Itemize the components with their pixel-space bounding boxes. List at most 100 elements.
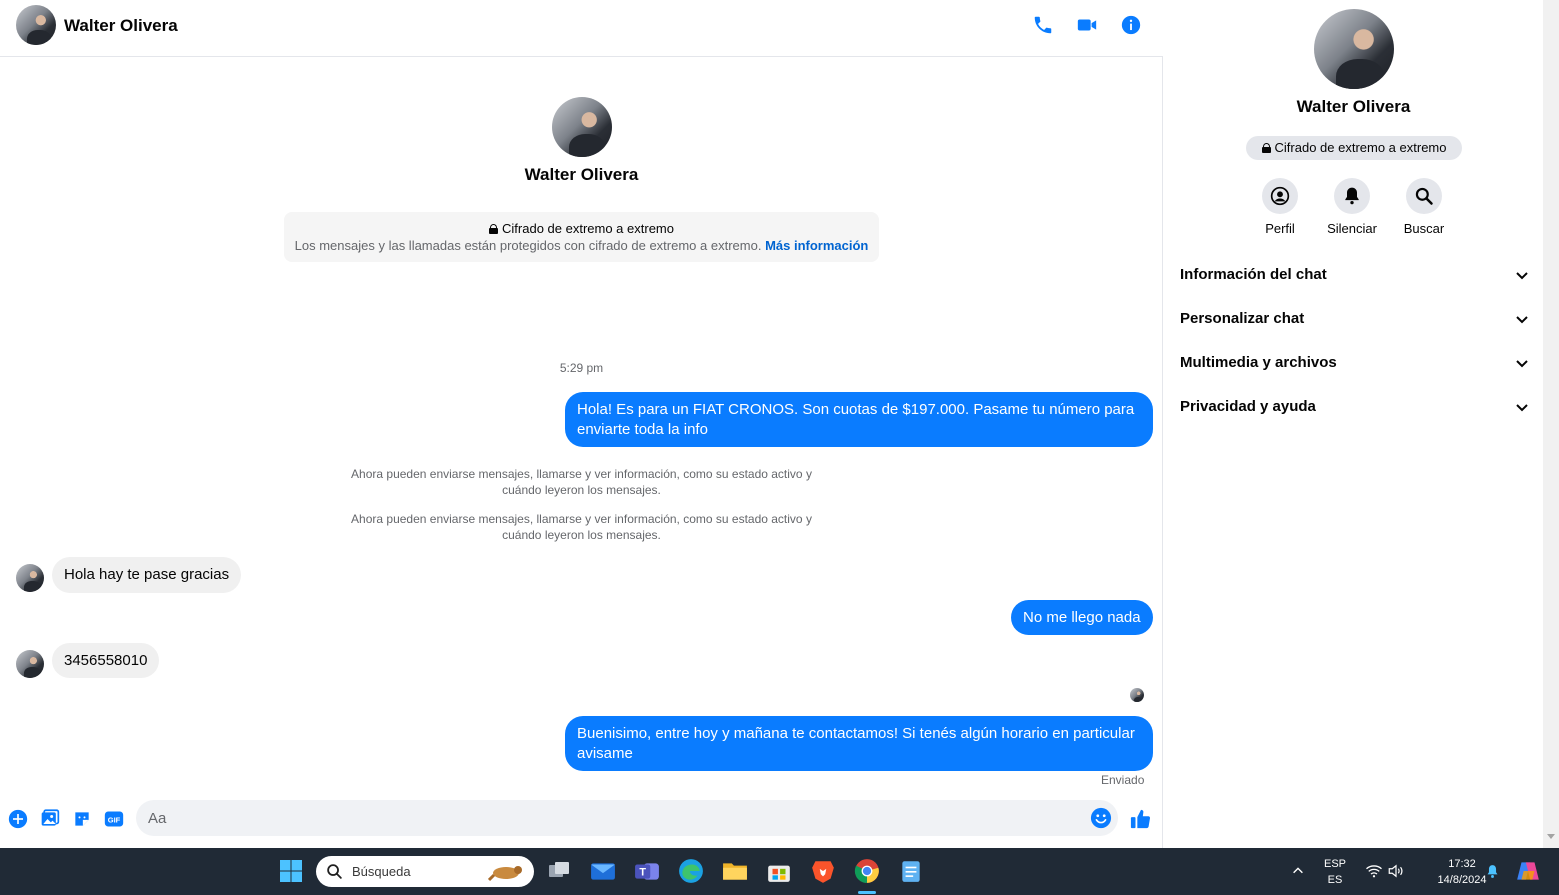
mail-icon xyxy=(591,863,615,880)
intro-contact-name: Walter Olivera xyxy=(524,165,639,184)
svg-text:T: T xyxy=(639,866,646,878)
phone-icon xyxy=(1034,16,1052,34)
gif-button[interactable]: GIF xyxy=(103,808,125,830)
chevron-down-icon xyxy=(1516,316,1528,324)
teams-icon: T xyxy=(635,863,659,880)
chevron-down-icon xyxy=(1516,272,1528,280)
more-info-link[interactable]: Más información xyxy=(765,238,868,253)
edge-app[interactable] xyxy=(677,857,705,885)
copilot-button[interactable] xyxy=(1514,857,1542,885)
scroll-down-arrow[interactable] xyxy=(1547,834,1555,839)
encryption-text: Los mensajes y las llamadas están proteg… xyxy=(284,238,879,253)
language-code: ESP xyxy=(1323,858,1346,870)
store-bag-icon xyxy=(768,865,790,882)
folder-icon xyxy=(723,863,747,880)
profile-button[interactable]: Perfil xyxy=(1250,178,1310,236)
section-chat-info[interactable]: Información del chat xyxy=(1180,255,1530,295)
section-media-files[interactable]: Multimedia y archivos xyxy=(1180,343,1530,383)
incoming-message[interactable]: Hola hay te pase gracias xyxy=(52,557,242,593)
encryption-notice: Cifrado de extremo a extremo Los mensaje… xyxy=(284,212,879,262)
file-explorer-app[interactable] xyxy=(721,857,749,885)
more-actions-button[interactable] xyxy=(7,808,29,830)
conversation-info-button[interactable] xyxy=(1118,12,1144,38)
taskbar-search-placeholder: Búsqueda xyxy=(352,864,411,879)
edge-browser-icon xyxy=(679,859,703,883)
attach-media-button[interactable] xyxy=(39,808,61,830)
chat-panel: Walter Olivera Walter Olivera Cifrado de… xyxy=(0,0,1163,848)
outgoing-message[interactable]: Hola! Es para un FIAT CRONOS. Son cuotas… xyxy=(565,392,1153,447)
sidebar-contact-name: Walter Olivera xyxy=(1296,97,1411,116)
keyboard-layout: ES xyxy=(1327,874,1343,886)
volume-button[interactable] xyxy=(1382,857,1410,885)
message-input-container xyxy=(136,800,1118,836)
sender-avatar[interactable] xyxy=(16,650,44,678)
system-message: Ahora pueden enviarse mensajes, llamarse… xyxy=(351,512,812,542)
gif-icon: GIF xyxy=(104,811,124,827)
chevron-up-icon xyxy=(1293,867,1303,874)
mute-button[interactable]: Silenciar xyxy=(1322,178,1382,236)
encryption-badge: Cifrado de extremo a extremo xyxy=(1246,136,1462,160)
lock-icon xyxy=(489,224,499,234)
encryption-title-text: Cifrado de extremo a extremo xyxy=(502,221,674,236)
taskbar-search[interactable]: Búsqueda xyxy=(316,856,534,887)
profile-label: Perfil xyxy=(1265,221,1295,236)
section-label: Privacidad y ayuda xyxy=(1180,398,1316,415)
outgoing-message[interactable]: Buenisimo, entre hoy y mañana te contact… xyxy=(565,716,1153,771)
bell-icon xyxy=(1345,187,1359,205)
image-icon xyxy=(41,809,60,826)
incoming-message[interactable]: 3456558010 xyxy=(52,643,160,678)
message-status: Enviado xyxy=(1101,773,1145,787)
notifications-button[interactable] xyxy=(1478,857,1506,885)
video-call-button[interactable] xyxy=(1074,12,1100,38)
brave-lion-icon xyxy=(812,861,834,883)
windows-logo-icon xyxy=(280,860,302,882)
encryption-description: Los mensajes y las llamadas están proteg… xyxy=(294,238,762,253)
chrome-icon xyxy=(854,859,879,883)
call-button[interactable] xyxy=(1030,12,1056,38)
section-customize-chat[interactable]: Personalizar chat xyxy=(1180,299,1530,339)
message-input[interactable] xyxy=(136,800,1066,836)
intro-avatar[interactable] xyxy=(552,97,612,157)
lock-icon xyxy=(1261,143,1271,153)
contact-name[interactable]: Walter Olivera xyxy=(64,16,178,36)
search-highlight-icon xyxy=(488,866,522,882)
section-label: Información del chat xyxy=(1180,266,1327,283)
page-scrollbar[interactable] xyxy=(1543,0,1559,848)
task-view-icon xyxy=(549,862,569,877)
start-button[interactable] xyxy=(277,857,305,885)
show-hidden-icons-button[interactable] xyxy=(1284,857,1312,885)
sticker-icon xyxy=(75,812,89,826)
chevron-down-icon xyxy=(1516,360,1528,368)
teams-app[interactable]: T xyxy=(633,857,661,885)
info-icon xyxy=(1121,15,1141,35)
svg-text:GIF: GIF xyxy=(108,815,121,824)
info-sidebar: Walter Olivera Cifrado de extremo a extr… xyxy=(1164,0,1543,848)
sticker-button[interactable] xyxy=(71,808,93,830)
chrome-app[interactable] xyxy=(853,857,881,885)
sender-avatar[interactable] xyxy=(16,564,44,592)
bell-icon xyxy=(1487,864,1497,878)
encryption-title: Cifrado de extremo a extremo xyxy=(284,221,879,236)
mail-app[interactable] xyxy=(589,857,617,885)
sidebar-avatar[interactable] xyxy=(1314,9,1394,89)
video-camera-icon xyxy=(1077,19,1097,31)
section-privacy-help[interactable]: Privacidad y ayuda xyxy=(1180,387,1530,427)
task-view-button[interactable] xyxy=(545,857,573,885)
outgoing-message[interactable]: No me llego nada xyxy=(1011,600,1153,635)
emoji-icon[interactable] xyxy=(1090,807,1112,829)
system-message: Ahora pueden enviarse mensajes, llamarse… xyxy=(351,467,812,497)
like-button[interactable] xyxy=(1129,807,1153,831)
search-label: Buscar xyxy=(1403,221,1445,236)
read-receipt-avatar xyxy=(1130,688,1144,702)
search-in-chat-button[interactable]: Buscar xyxy=(1394,178,1454,236)
contact-avatar[interactable] xyxy=(16,5,56,45)
store-app[interactable] xyxy=(765,857,793,885)
notepad-app[interactable] xyxy=(897,857,925,885)
notepad-icon xyxy=(902,861,920,882)
mute-label: Silenciar xyxy=(1327,221,1377,236)
encryption-badge-text: Cifrado de extremo a extremo xyxy=(1274,140,1447,155)
search-icon xyxy=(327,864,342,879)
brave-app[interactable] xyxy=(809,857,837,885)
input-language[interactable]: ESP ES xyxy=(1320,856,1350,888)
section-label: Personalizar chat xyxy=(1180,310,1305,327)
